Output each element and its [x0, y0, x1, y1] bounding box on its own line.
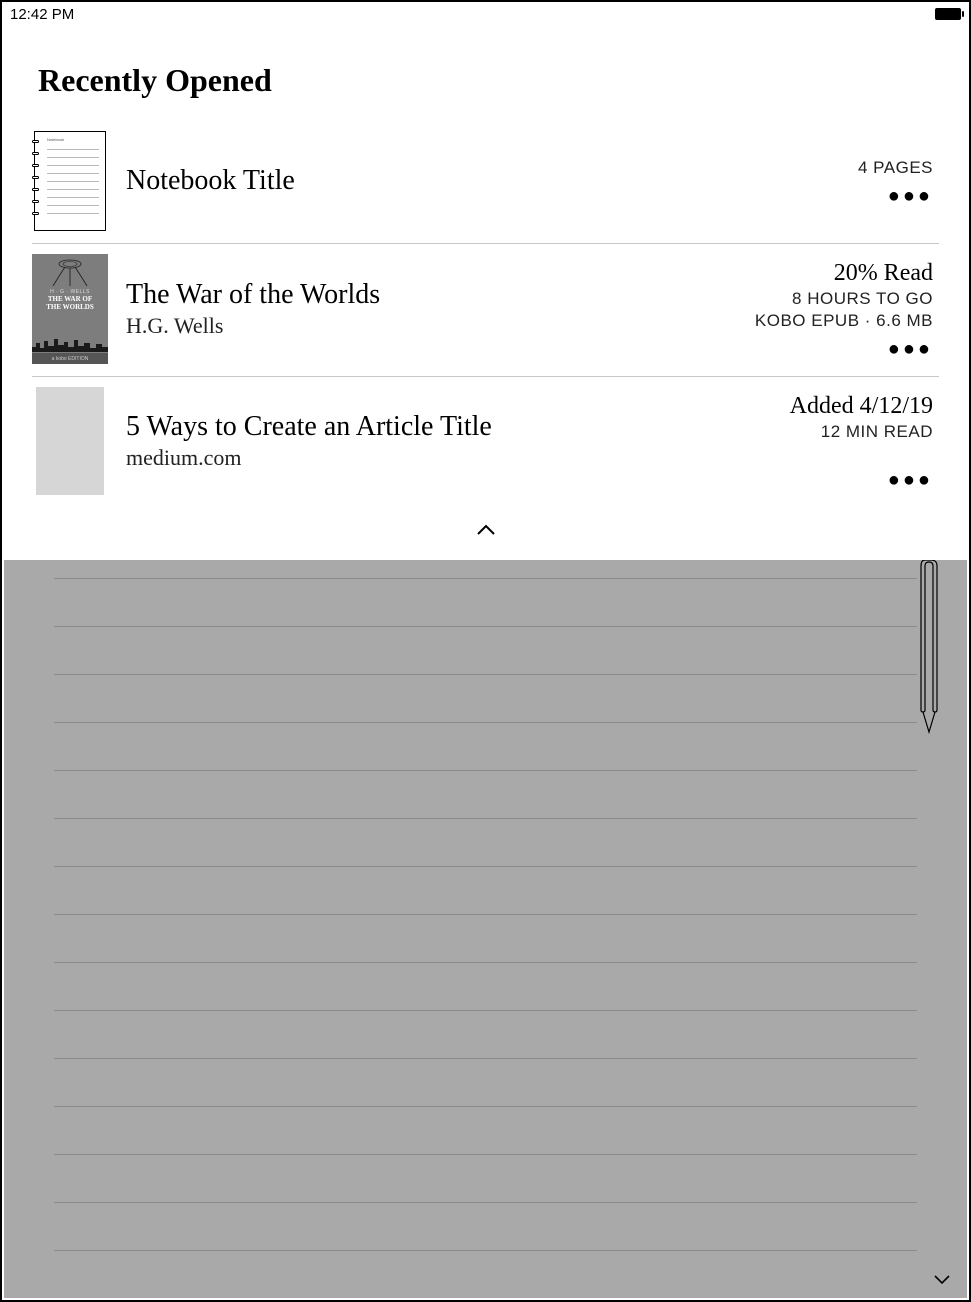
item-read-time: 12 MIN READ	[821, 422, 933, 442]
notebook-writing-area[interactable]	[4, 560, 967, 1298]
item-format-size: KOBO EPUB · 6.6 MB	[755, 311, 933, 331]
status-time: 12:42 PM	[10, 6, 74, 23]
battery-icon	[935, 8, 961, 20]
item-title: The War of the Worlds	[126, 279, 719, 311]
more-icon[interactable]: ●●●	[888, 339, 933, 359]
status-bar: 12:42 PM	[2, 2, 969, 24]
stylus-icon	[911, 560, 951, 740]
more-icon[interactable]: ●●●	[888, 186, 933, 206]
list-item-notebook[interactable]: Notebook Notebook Title 4 PAGES ●●●	[32, 121, 939, 244]
list-item-book[interactable]: H · G · WELLS THE WAR OFTHE WORLDS a kob…	[32, 244, 939, 377]
item-author: H.G. Wells	[126, 313, 719, 339]
list-item-article[interactable]: 5 Ways to Create an Article Title medium…	[32, 377, 939, 507]
article-thumbnail	[32, 387, 108, 495]
notebook-thumbnail: Notebook	[32, 131, 108, 231]
chevron-down-icon[interactable]	[933, 1269, 951, 1290]
chevron-up-icon[interactable]	[32, 521, 939, 539]
item-title: 5 Ways to Create an Article Title	[126, 411, 506, 443]
item-progress: 20% Read	[834, 260, 933, 287]
item-added-date: Added 4/12/19	[790, 393, 933, 420]
section-title: Recently Opened	[38, 62, 939, 99]
book-cover-thumbnail: H · G · WELLS THE WAR OFTHE WORLDS a kob…	[32, 254, 108, 364]
item-title: Notebook Title	[126, 165, 719, 197]
item-time-remaining: 8 HOURS TO GO	[792, 289, 933, 309]
more-icon[interactable]: ●●●	[888, 470, 933, 490]
item-source: medium.com	[126, 445, 719, 471]
recently-opened-panel: Recently Opened Notebook Notebook Title …	[2, 24, 969, 539]
item-pages: 4 PAGES	[858, 158, 933, 178]
